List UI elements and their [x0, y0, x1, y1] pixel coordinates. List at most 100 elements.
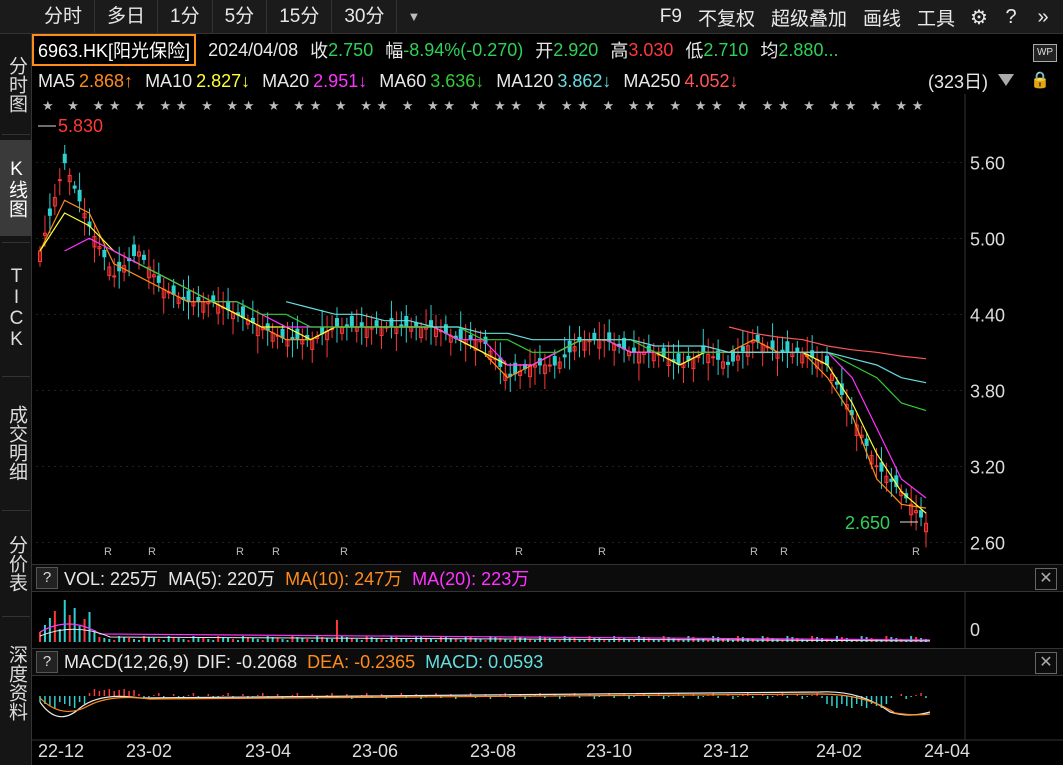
double-chevron-right-icon[interactable]: »: [1027, 6, 1059, 29]
candle-body: [310, 338, 315, 350]
tools-button[interactable]: 工具: [909, 4, 963, 31]
sidebar-item-tick[interactable]: TICK: [0, 250, 32, 366]
super-overlay-button[interactable]: 超级叠加: [763, 4, 855, 31]
candle-body: [854, 424, 859, 437]
candle-body: [97, 246, 102, 250]
candle-body: [775, 351, 780, 359]
candle-body: [503, 373, 508, 381]
period-dropdown-icon[interactable]: [998, 74, 1014, 86]
tab-1min[interactable]: 1分: [158, 0, 213, 34]
candle-body: [196, 296, 201, 303]
tab-5min[interactable]: 5分: [213, 0, 268, 34]
y-tick-label: 2.60: [970, 533, 1005, 553]
tab-15min[interactable]: 15分: [267, 0, 333, 34]
tab-timeshare[interactable]: 分时: [0, 0, 96, 34]
open-value: 2.920: [553, 39, 599, 60]
y-tick-label: 5.60: [970, 153, 1005, 173]
candle-body: [810, 350, 815, 358]
candle-body: [701, 346, 706, 354]
candle-body: [127, 258, 132, 262]
timeframe-dropdown-icon[interactable]: ▼: [397, 9, 430, 24]
divider: [2, 376, 30, 377]
candle-body: [270, 332, 275, 342]
sidebar-item-timeshare[interactable]: 分时图: [0, 40, 32, 128]
candle-body: [399, 324, 404, 328]
sidebar-item-depth-data[interactable]: 深度资料: [0, 624, 32, 742]
x-tick-label: 22-12: [38, 741, 84, 761]
candle-body: [132, 244, 137, 257]
quote-date: 2024/04/08: [208, 39, 299, 60]
candle-body: [770, 340, 775, 350]
macd-name: MACD(12,26,9): [64, 651, 190, 672]
ma5-value: 2.868↑: [79, 70, 134, 91]
tab-multiday[interactable]: 多日: [95, 0, 159, 34]
candle-body: [651, 351, 656, 362]
candle-body: [38, 250, 42, 263]
candle-body: [424, 326, 429, 330]
period-days[interactable]: (323日): [928, 68, 988, 94]
candle-body: [815, 359, 820, 369]
event-star-icon: ★: [377, 98, 389, 113]
y-tick-label: 3.80: [970, 381, 1005, 401]
help-icon[interactable]: ?: [995, 6, 1027, 29]
event-star-icon: ★: [603, 98, 615, 113]
ma120-value: 3.862↓: [557, 70, 612, 91]
volume-help-icon[interactable]: ?: [36, 567, 58, 589]
f9-button[interactable]: F9: [652, 6, 690, 28]
candle-body: [181, 296, 186, 301]
candle-body: [394, 326, 399, 334]
wp-icon[interactable]: WP: [1033, 44, 1057, 62]
ma250-name: MA250: [623, 70, 681, 91]
max-price-label: 5.830: [58, 116, 103, 136]
candle-body: [216, 304, 221, 314]
event-star-icon: ★: [243, 98, 255, 113]
draw-line-button[interactable]: 画线: [855, 4, 909, 31]
candle-body: [330, 328, 335, 331]
candle-body: [790, 351, 795, 358]
x-tick-label: 23-12: [703, 741, 749, 761]
event-star-icon: ★: [42, 98, 54, 113]
event-star-icon: ★: [93, 98, 105, 113]
change-label: 幅: [385, 41, 404, 61]
candle-body: [924, 522, 928, 533]
avg-value: 2.880...: [778, 39, 839, 60]
candle-body: [325, 330, 330, 341]
ma20-value: 2.951↓: [313, 70, 368, 91]
candle-body: [404, 315, 409, 328]
vol-ma5: MA(5): 220万: [168, 569, 276, 589]
sidebar-item-price-table[interactable]: 分价表: [0, 518, 32, 608]
candle-body: [52, 197, 57, 207]
ma-line-ma120: [285, 301, 927, 384]
macd-close-icon[interactable]: ✕: [1035, 652, 1057, 674]
candle-body: [201, 301, 206, 313]
candle-body: [240, 306, 245, 318]
sidebar-item-kline[interactable]: K线图: [0, 140, 32, 236]
toolbar-right: F9 不复权 超级叠加 画线 工具 ⚙ ? »: [652, 0, 1059, 34]
ma-line-ma20: [64, 237, 927, 499]
candle-body: [379, 326, 384, 336]
candle-body: [755, 334, 760, 343]
candle-body: [552, 356, 557, 366]
macd-dea: DEA: -0.2365: [307, 651, 416, 672]
lock-icon[interactable]: 🔒: [1030, 70, 1050, 92]
candle-body: [42, 232, 47, 236]
volume-close-icon[interactable]: ✕: [1035, 568, 1057, 590]
volume-ma5-line: [39, 628, 931, 642]
ma60-value: 3.636↓: [430, 70, 485, 91]
stock-code[interactable]: 6963.HK[阳光保险]: [32, 34, 197, 66]
event-star-icon: ★: [778, 98, 790, 113]
candle-body: [894, 475, 899, 487]
candle-body: [260, 327, 265, 331]
candle-body: [542, 364, 547, 374]
candle-body: [166, 291, 171, 294]
gear-icon[interactable]: ⚙: [963, 5, 995, 30]
candle-body: [290, 337, 295, 341]
macd-help-icon[interactable]: ?: [36, 651, 58, 673]
tab-30min[interactable]: 30分: [332, 0, 398, 34]
no-adjust-button[interactable]: 不复权: [690, 4, 763, 31]
candle-body: [315, 335, 320, 339]
sidebar-item-trade-detail[interactable]: 成交明细: [0, 384, 32, 502]
candle-body: [537, 358, 542, 366]
rights-marker: R: [148, 546, 156, 558]
candle-body: [532, 364, 537, 368]
